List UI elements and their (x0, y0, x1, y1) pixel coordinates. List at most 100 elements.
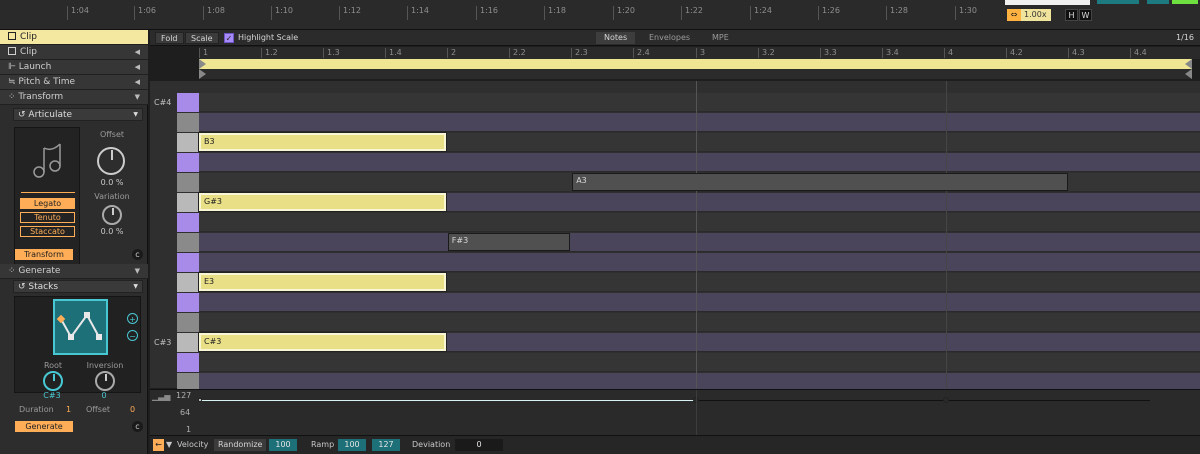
piano-key[interactable] (177, 193, 199, 212)
note-gs3[interactable]: G#3 (198, 192, 447, 212)
tab-mpe[interactable]: MPE (704, 32, 737, 44)
duration-value[interactable]: 1 (66, 405, 71, 414)
arrow-left-icon[interactable]: ← (153, 439, 164, 451)
clip-header[interactable]: Clip (0, 30, 148, 45)
transform-button[interactable]: Transform (15, 249, 73, 260)
note-lane[interactable] (199, 233, 1200, 252)
section-transform[interactable]: ⁘ Transform ▼ (0, 90, 148, 105)
variation-knob[interactable] (102, 205, 122, 225)
piano-key[interactable] (177, 93, 199, 112)
overview-bar[interactable] (1005, 0, 1090, 5)
collapse-arrow-icon[interactable]: ◀ (135, 75, 140, 90)
auto-icon[interactable]: c (132, 249, 143, 260)
dropdown-arrow-icon[interactable]: ▼ (166, 439, 172, 451)
arrangement-time-ruler[interactable]: 1:04 1:06 1:08 1:10 1:12 1:14 1:16 1:18 … (0, 0, 1200, 30)
randomize-value[interactable]: 100 (269, 439, 297, 451)
ramp-end-value[interactable]: 127 (372, 439, 400, 451)
fold-button[interactable]: Fold (155, 32, 184, 44)
speed-value[interactable]: 1.00x (1021, 9, 1051, 21)
auto-icon[interactable]: c (132, 421, 143, 432)
h-button[interactable]: H (1065, 9, 1078, 21)
piano-key[interactable] (177, 153, 199, 172)
piano-key[interactable] (177, 133, 199, 152)
loop-end-marker[interactable] (1185, 59, 1192, 69)
generate-device-select[interactable]: ↺ Stacks ▼ (13, 280, 143, 293)
beat-ruler[interactable]: 1 1.2 1.3 1.4 2 2.2 2.3 2.4 3 3.2 3.3 3.… (199, 47, 1200, 59)
generate-button[interactable]: Generate (15, 421, 73, 432)
velocity-lane[interactable]: ▁▃▅ 127 64 1 (150, 389, 1200, 435)
piano-key[interactable] (177, 313, 199, 332)
end-marker[interactable] (1185, 69, 1192, 79)
deviation-value[interactable]: 0 (455, 439, 503, 451)
section-clip[interactable]: Clip ◀ (0, 45, 148, 60)
grid-value[interactable]: 1/16 (1168, 32, 1200, 44)
collapse-arrow-icon[interactable]: ◀ (135, 45, 140, 60)
piano-key[interactable] (177, 333, 199, 352)
beat-tick: 3.2 (758, 48, 775, 58)
dropdown-arrow-icon: ▼ (133, 283, 138, 290)
piano-key[interactable] (177, 173, 199, 192)
note-lane[interactable] (199, 353, 1200, 372)
note-lane[interactable] (199, 213, 1200, 232)
piano-key[interactable] (177, 273, 199, 292)
transform-device-select[interactable]: ↺ Articulate ▼ (13, 108, 143, 121)
expand-arrow-icon[interactable]: ▼ (135, 264, 140, 279)
piano-key[interactable] (177, 353, 199, 372)
piano-key[interactable] (177, 293, 199, 312)
randomize-button[interactable]: Randomize (214, 439, 267, 451)
section-launch[interactable]: ⊩ Launch ◀ (0, 60, 148, 75)
stacks-offset-value[interactable]: 0 (130, 405, 135, 414)
variation-label: Variation (94, 192, 130, 201)
staccato-button[interactable]: Staccato (20, 226, 75, 237)
root-label: Root (43, 361, 63, 370)
tab-envelopes[interactable]: Envelopes (641, 32, 698, 44)
piano-roll[interactable]: C#4 C#3 B3 A3 G#3 F#3 E3 C#3 (150, 81, 1200, 392)
tab-notes[interactable]: Notes (596, 32, 636, 44)
note-lane[interactable] (199, 313, 1200, 332)
beat-tick: 3.4 (882, 48, 899, 58)
piano-key[interactable] (177, 233, 199, 252)
note-lane[interactable] (199, 153, 1200, 172)
note-cs3[interactable]: C#3 (198, 332, 447, 352)
tenuto-button[interactable]: Tenuto (20, 212, 75, 223)
legato-button[interactable]: Legato (20, 198, 75, 209)
note-fs3[interactable]: F#3 (447, 233, 571, 251)
speed-icon[interactable]: ⇔ (1007, 9, 1021, 21)
start-end-bar[interactable] (199, 69, 1192, 79)
root-knob[interactable] (43, 371, 63, 391)
piano-key[interactable] (177, 113, 199, 132)
inversion-knob[interactable] (95, 371, 115, 391)
velocity-handle[interactable] (943, 397, 949, 403)
note-a3[interactable]: A3 (572, 173, 1068, 191)
ramp-start-value[interactable]: 100 (338, 439, 366, 451)
beat-tick: 4.2 (1006, 48, 1023, 58)
scale-button[interactable]: Scale (185, 32, 219, 44)
collapse-arrow-icon[interactable]: ◀ (135, 60, 140, 75)
expand-arrow-icon[interactable]: ▼ (135, 90, 140, 105)
beat-tick: 1.3 (323, 48, 340, 58)
clip-toolbar: Fold Scale ✓ Highlight Scale Notes Envel… (150, 30, 1200, 46)
piano-key[interactable] (177, 213, 199, 232)
loop-brace[interactable] (199, 59, 1192, 69)
offset-knob[interactable] (97, 147, 125, 175)
section-pitch-time[interactable]: ≒ Pitch & Time ◀ (0, 75, 148, 90)
piano-key[interactable] (177, 253, 199, 272)
time-tick: 1:12 (339, 6, 361, 20)
time-tick: 1:10 (271, 6, 293, 20)
add-note-icon[interactable]: + (127, 313, 138, 324)
level-meter (1147, 0, 1169, 4)
section-generate[interactable]: ⁘ Generate ▼ (0, 264, 148, 279)
velocity-handle[interactable] (198, 398, 202, 402)
note-lane[interactable] (199, 293, 1200, 312)
note-lane[interactable] (199, 93, 1200, 112)
note-e3[interactable]: E3 (198, 272, 447, 292)
chord-shape-display[interactable] (53, 299, 108, 355)
note-lane[interactable] (199, 113, 1200, 132)
note-b3[interactable]: B3 (198, 132, 447, 152)
w-button[interactable]: W (1079, 9, 1092, 21)
start-marker[interactable] (199, 69, 206, 79)
loop-start-marker[interactable] (199, 59, 206, 69)
remove-note-icon[interactable]: − (127, 330, 138, 341)
note-lane[interactable] (199, 253, 1200, 272)
offset-value: 0.0 % (100, 178, 124, 187)
